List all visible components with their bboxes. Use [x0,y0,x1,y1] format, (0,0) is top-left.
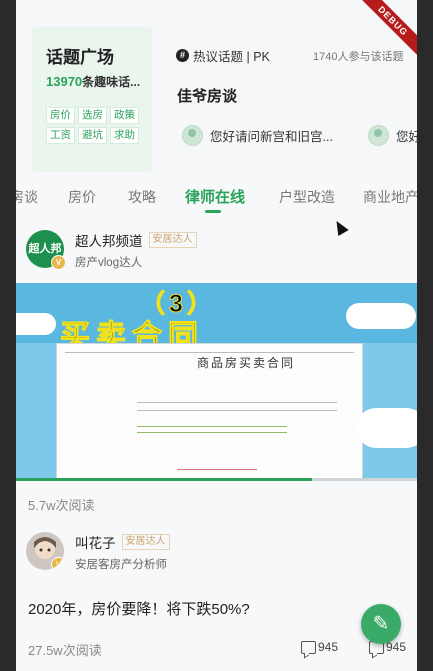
pencil-icon: ✎ [372,613,390,635]
post-author[interactable]: V 叫花子 安居达人 安居客房产分析师 [26,532,170,572]
read-count: 5.7w次阅读 [28,498,95,513]
avatar-text: 超人邦 [28,243,62,255]
post-author[interactable]: 超人邦 V 超人邦频道 安居达人 房产vlog达人 [26,230,197,270]
tab-huxing[interactable]: 户型改造 [279,187,335,207]
active-tab-indicator [205,210,221,213]
doc-line [137,432,287,433]
author-info: 超人邦频道 安居达人 房产vlog达人 [75,230,197,270]
doc-heading: 商品房买卖合同 [197,356,296,370]
video-player[interactable]: （3） 买卖合同 商品房买卖合同 [16,283,417,481]
author-subtitle: 房产vlog达人 [75,257,143,269]
question-text-next: 您好 [396,130,417,144]
topic-tag[interactable]: 工资 [46,127,75,144]
tab-fangtan[interactable]: 房谈 [16,187,38,207]
hot-topic-name[interactable]: 佳爷房谈 [177,85,237,106]
author-badge: 安居达人 [148,232,197,248]
topic-tags: 房价 选房 政策 工资 避坑 求助 [46,107,156,144]
verified-icon: V [51,255,66,270]
topic-tag[interactable]: 选房 [78,107,107,124]
avatar: V [26,532,64,570]
topic-tag[interactable]: 房价 [46,107,75,124]
hash-icon: # [176,49,189,62]
comment-count[interactable]: 945 [301,640,338,654]
category-tabs: 房谈 房价 攻略 律师在线 户型改造 商业地产 [16,180,417,214]
doc-line [177,469,257,470]
topic-count-suffix: 条趣味话... [82,75,141,89]
comment-icon [301,640,316,654]
author-subtitle: 安居客房产分析师 [75,559,167,571]
question-text: 您好请问新宫和旧宫... [210,130,333,144]
contract-document-image: 商品房买卖合同 [56,343,363,480]
author-info: 叫花子 安居达人 安居客房产分析师 [75,532,170,572]
comment-count-value: 945 [318,640,339,654]
read-count: 27.5w次阅读 [28,643,102,658]
hot-topic-label: 热议话题 | PK [193,50,270,64]
topic-tag[interactable]: 避坑 [78,127,107,144]
topic-count-number: 13970 [46,74,83,89]
user-avatar-icon [182,125,203,146]
hot-topic-question-next[interactable]: 您好 [368,125,417,146]
participants-count: 1740人参与该话题 [313,51,404,63]
tab-fangjia[interactable]: 房价 [68,187,96,207]
author-name-row: 超人邦频道 安居达人 [75,230,197,250]
cloud-decoration [16,313,56,335]
post-text[interactable]: 2020年，房价要降！将下跌50%? [28,598,250,619]
edit-fab-button[interactable]: ✎ [361,604,401,644]
video-progress-bar[interactable] [16,478,417,481]
left-window-edge [0,0,16,671]
author-name: 叫花子 [75,536,116,551]
topic-tag[interactable]: 求助 [110,127,139,144]
doc-line [137,402,337,403]
cloud-decoration [356,408,417,448]
app-screen: 话题广场 13970条趣味话... 房价 选房 政策 工资 避坑 求助 # 热议… [16,0,417,671]
topic-square-card[interactable]: 话题广场 13970条趣味话... 房价 选房 政策 工资 避坑 求助 [32,27,152,172]
mouse-cursor-icon [331,217,349,237]
tab-commercial[interactable]: 商业地产 [363,187,417,207]
doc-line [137,426,287,427]
user-avatar-icon [368,125,389,146]
tab-gonglue[interactable]: 攻略 [128,187,156,207]
verified-icon: V [51,557,64,570]
doc-line [65,352,354,353]
doc-line [137,410,337,411]
hot-topic-question[interactable]: 您好请问新宫和旧宫... [182,125,333,146]
video-progress-fill [16,478,312,481]
topic-count: 13970条趣味话... [46,73,140,90]
topic-card-title: 话题广场 [46,48,114,67]
avatar: 超人邦 V [26,230,66,270]
hot-topic-header[interactable]: # 热议话题 | PK [176,46,270,65]
author-name: 超人邦频道 [75,234,143,249]
author-name-row: 叫花子 安居达人 [75,532,170,552]
cloud-decoration [346,303,416,329]
tab-lawyer-online[interactable]: 律师在线 [185,186,245,207]
topic-tag[interactable]: 政策 [110,107,139,124]
author-badge: 安居达人 [121,534,170,550]
